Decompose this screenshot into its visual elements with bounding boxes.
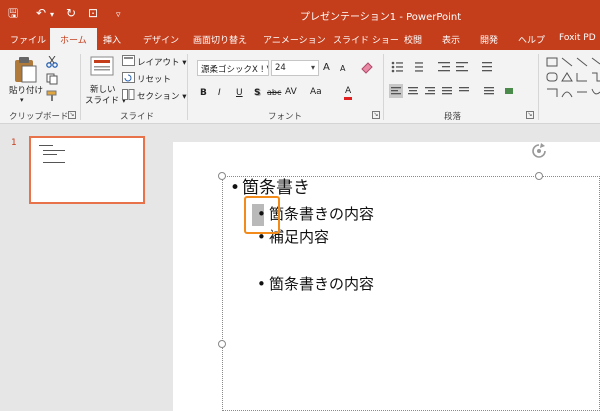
redo-icon[interactable]: ↻: [66, 6, 76, 20]
tab-transitions[interactable]: 画面切り替え: [193, 33, 247, 46]
thumbnail-line: [43, 154, 57, 155]
chevron-down-icon: ▾: [310, 63, 315, 72]
italic-button[interactable]: I: [218, 87, 221, 99]
slide-number: 1: [11, 138, 17, 148]
save-icon[interactable]: 🖫: [8, 6, 18, 20]
font-launcher-icon[interactable]: ↘: [372, 111, 380, 119]
clipboard-launcher-icon[interactable]: ↘: [68, 111, 76, 119]
paragraph-row1-icons[interactable]: [390, 60, 540, 74]
shadow-button[interactable]: S: [254, 87, 260, 99]
window-title: プレゼンテーション1 - PowerPoint: [300, 12, 462, 23]
font-color-button[interactable]: A: [344, 85, 353, 100]
undo-icon[interactable]: ↶: [36, 6, 46, 20]
paragraph-alignment-icons[interactable]: [389, 84, 539, 100]
bold-button[interactable]: B: [200, 87, 207, 99]
tab-home[interactable]: ホーム: [50, 28, 97, 50]
new-slide-label-line2[interactable]: スライド ▾: [85, 94, 126, 106]
slides-group-label: スライド: [120, 112, 155, 122]
customize-quick-access-icon[interactable]: ▿: [116, 8, 121, 22]
bullet-marker: •: [230, 178, 241, 198]
reset-button[interactable]: リセット: [137, 73, 171, 85]
font-name-combo[interactable]: 源柔ゴシックX ! V: [197, 60, 269, 76]
bullet-marker: •: [257, 275, 266, 293]
tab-file[interactable]: ファイル: [10, 33, 46, 46]
tab-help[interactable]: ヘルプ: [518, 33, 545, 46]
group-divider: [80, 54, 81, 120]
start-from-beginning-icon[interactable]: ⊡: [88, 6, 98, 20]
tab-insert[interactable]: 挿入: [103, 33, 121, 46]
shapes-gallery[interactable]: [545, 56, 600, 102]
section-button[interactable]: セクション ▾: [137, 90, 186, 102]
paste-label[interactable]: 貼り付け: [9, 84, 43, 96]
bullet-text: 箇条書きの内容: [269, 205, 375, 223]
slide-thumbnail[interactable]: [29, 136, 145, 204]
focus-highlight-box: [244, 196, 280, 234]
font-name-value: 源柔ゴシックX ! V: [201, 65, 269, 75]
change-case-button[interactable]: Aa: [310, 86, 322, 98]
font-size-value: 24: [275, 63, 286, 73]
copy-icon[interactable]: [46, 73, 60, 85]
reset-icon[interactable]: [122, 72, 135, 83]
group-divider: [187, 54, 188, 120]
tab-developer[interactable]: 開発: [480, 33, 498, 46]
bullet-level2[interactable]: • 箇条書きの内容: [257, 277, 374, 292]
undo-dropdown-icon[interactable]: ▾: [50, 8, 54, 22]
underline-button[interactable]: U: [236, 87, 243, 99]
grow-font-button[interactable]: A: [323, 62, 330, 74]
thumbnail-line: [43, 150, 65, 151]
shrink-font-button[interactable]: A: [340, 63, 345, 75]
resize-handle-top-left[interactable]: [218, 172, 226, 180]
new-slide-icon[interactable]: [89, 55, 115, 79]
paste-dropdown-icon[interactable]: ▾: [20, 96, 24, 104]
bullet-level1[interactable]: • 箇条書き: [230, 180, 310, 197]
thumbnail-line: [39, 145, 53, 146]
tab-foxit[interactable]: Foxit PD: [559, 33, 596, 43]
ribbon-tab-row: ファイル ホーム 挿入 デザイン 画面切り替え アニメーション スライド ショー…: [0, 28, 600, 50]
paragraph-group-label: 段落: [444, 112, 462, 122]
cut-icon[interactable]: [46, 56, 58, 68]
group-divider: [383, 54, 384, 120]
bullet-text: 箇条書き: [242, 178, 310, 198]
clear-formatting-icon[interactable]: [360, 60, 374, 74]
tab-slideshow[interactable]: スライド ショー: [333, 33, 399, 46]
clipboard-group-label: クリップボード: [9, 112, 69, 122]
ribbon: 貼り付け ▾ クリップボード ↘ 新しい スライド ▾ レイアウト ▾ リセット…: [0, 50, 600, 124]
tab-review[interactable]: 校閲: [404, 33, 422, 46]
tab-view[interactable]: 表示: [442, 33, 460, 46]
tab-animations[interactable]: アニメーション: [263, 33, 326, 46]
group-divider: [538, 54, 539, 120]
font-group-label: フォント: [268, 112, 303, 122]
resize-handle-middle-left[interactable]: [218, 340, 226, 348]
bullet-text: 箇条書きの内容: [269, 275, 375, 293]
thumbnail-line: [43, 162, 65, 163]
tab-design[interactable]: デザイン: [143, 33, 179, 46]
paste-icon[interactable]: [12, 56, 38, 84]
resize-handle-top-center[interactable]: [535, 172, 543, 180]
format-painter-icon[interactable]: [46, 90, 60, 102]
strikethrough-button[interactable]: abc: [267, 87, 281, 99]
layout-icon[interactable]: [122, 55, 135, 66]
character-spacing-button[interactable]: AV: [285, 86, 297, 98]
rotate-handle-icon[interactable]: [530, 142, 548, 160]
paragraph-launcher-icon[interactable]: ↘: [526, 111, 534, 119]
layout-button[interactable]: レイアウト ▾: [137, 56, 186, 68]
title-bar: 🖫 ↶ ▾ ↻ ⊡ ▿ プレゼンテーション1 - PowerPoint: [0, 0, 600, 28]
section-icon[interactable]: [122, 89, 135, 100]
font-size-combo[interactable]: 24 ▾: [271, 60, 319, 76]
